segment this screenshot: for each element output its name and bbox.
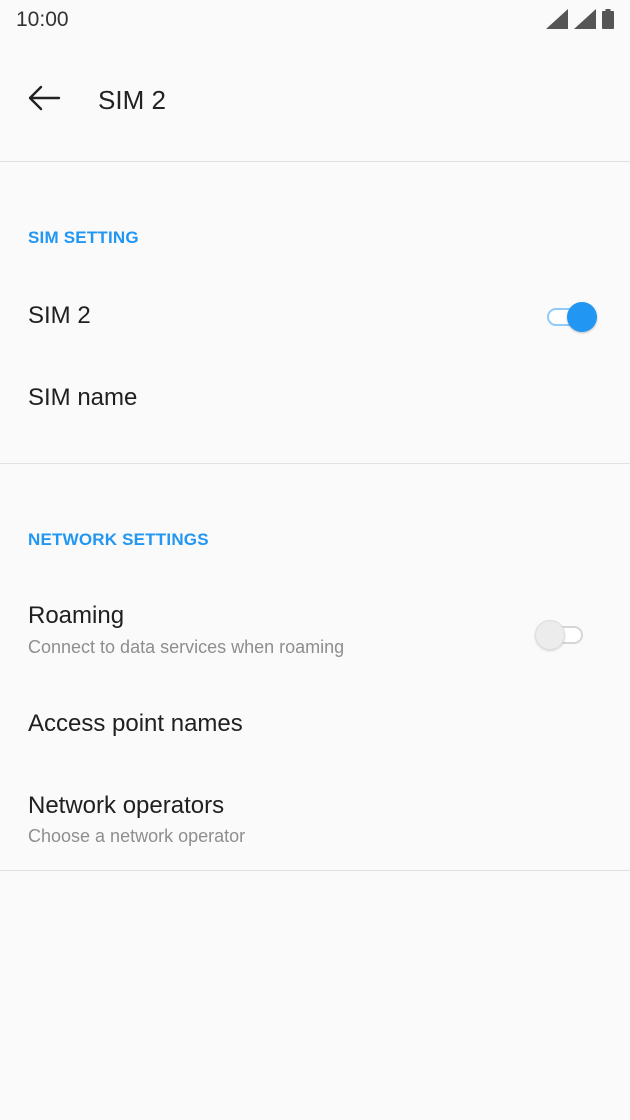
sim-toggle-row[interactable]: SIM 2 — [0, 280, 630, 352]
access-point-names-label: Access point names — [28, 710, 243, 737]
page-title: SIM 2 — [98, 85, 166, 115]
status-icons — [546, 9, 614, 34]
battery-icon — [602, 9, 614, 34]
section-divider — [0, 870, 630, 871]
signal-icon — [574, 9, 596, 34]
roaming-toggle-switch[interactable] — [535, 618, 589, 650]
status-bar: 10:00 — [0, 0, 630, 40]
sim-toggle-label: SIM 2 — [28, 302, 91, 329]
roaming-label: Roaming — [28, 602, 125, 629]
section-header-network-settings: NETWORK SETTINGS — [28, 530, 209, 549]
roaming-row[interactable]: Roaming Connect to data services when ro… — [0, 590, 630, 670]
network-operators-label: Network operators — [28, 792, 225, 819]
network-operators-row[interactable]: Network operators Choose a network opera… — [0, 780, 630, 860]
access-point-names-row[interactable]: Access point names — [0, 688, 630, 760]
sim-name-label: SIM name — [28, 384, 138, 411]
sim-name-row[interactable]: SIM name — [0, 362, 630, 434]
switch-thumb — [567, 302, 597, 332]
switch-thumb — [535, 620, 565, 650]
signal-icon — [546, 9, 568, 34]
sim-toggle-switch[interactable] — [545, 300, 599, 332]
app-bar: SIM 2 — [0, 40, 630, 162]
roaming-subtitle: Connect to data services when roaming — [28, 637, 345, 657]
section-divider — [0, 463, 630, 464]
status-time: 10:00 — [16, 8, 69, 31]
section-header-sim-setting: SIM SETTING — [28, 228, 139, 247]
back-button[interactable] — [16, 74, 72, 126]
arrow-left-icon — [27, 85, 61, 116]
network-operators-subtitle: Choose a network operator — [28, 826, 246, 846]
